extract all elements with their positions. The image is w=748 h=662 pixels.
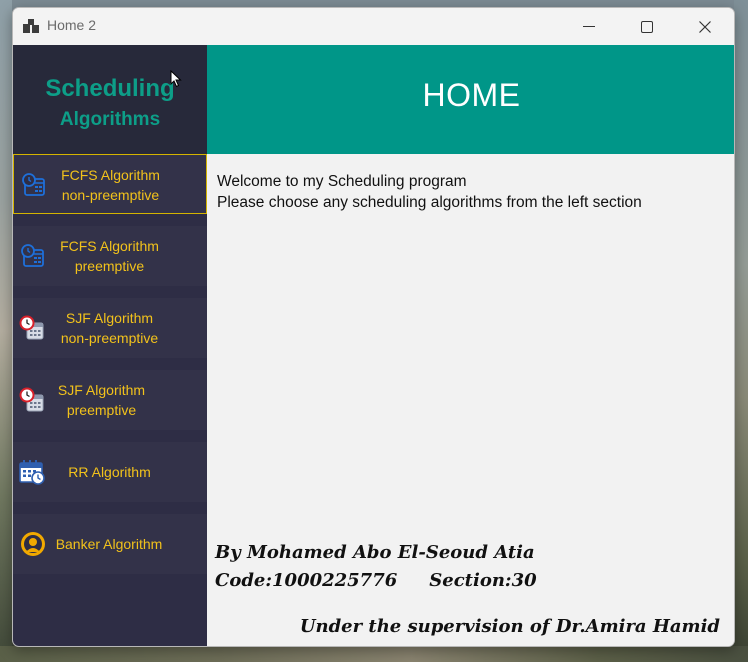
- sidebar-item-fcfs-non-preemptive[interactable]: FCFS Algorithm non-preemptive: [13, 154, 207, 214]
- mouse-cursor-icon: [170, 70, 182, 88]
- minimize-icon: [583, 25, 595, 27]
- sidebar-item-sjf-non-preemptive[interactable]: SJF Algorithm non-preemptive: [13, 298, 207, 358]
- close-icon: [699, 20, 711, 33]
- sidebar-item-sjf-preemptive[interactable]: SJF Algorithm preemptive: [13, 370, 207, 430]
- sidebar-item-label: Banker Algorithm: [55, 536, 163, 552]
- desktop-background-bottom: [0, 646, 748, 662]
- user-circle-icon: [21, 532, 45, 556]
- window-title: Home 2: [47, 17, 97, 33]
- sidebar: Scheduling Algorithms FCFS Algorithm non…: [13, 45, 207, 646]
- close-button[interactable]: [682, 8, 728, 45]
- main-content: Welcome to my Scheduling program Please …: [207, 154, 734, 646]
- maximize-button[interactable]: [624, 8, 670, 45]
- app-window: Home 2 Scheduling Algorithms FCFS Algori…: [12, 7, 735, 647]
- logo-subtitle: Algorithms: [59, 109, 161, 130]
- title-bar[interactable]: Home 2: [13, 8, 734, 45]
- sidebar-item-label: RR Algorithm: [68, 464, 151, 480]
- student-code: Code:1000225776: [215, 570, 398, 591]
- desktop-background-left: [0, 0, 12, 662]
- minimize-button[interactable]: [566, 8, 612, 45]
- sidebar-item-label: SJF Algorithm preemptive: [57, 382, 146, 418]
- calendar-timer-icon: [19, 460, 45, 485]
- author-name: By Mohamed Abo El-Seoud Atia: [215, 542, 535, 563]
- welcome-line-2: Please choose any scheduling algorithms …: [217, 194, 642, 211]
- page-title: HOME: [422, 77, 521, 113]
- sidebar-item-label: SJF Algorithm non-preemptive: [60, 310, 159, 346]
- sidebar-item-banker[interactable]: Banker Algorithm: [13, 514, 207, 574]
- student-info: Code:1000225776 Section:30: [215, 570, 537, 591]
- sidebar-item-fcfs-preemptive[interactable]: FCFS Algorithm preemptive: [13, 226, 207, 286]
- sidebar-item-label: FCFS Algorithm preemptive: [60, 238, 159, 274]
- supervision-text: Under the supervision of Dr.Amira Hamid: [299, 616, 720, 637]
- alarm-calendar-icon: [19, 315, 44, 340]
- app-icon: [23, 19, 39, 33]
- welcome-text: Welcome to my Scheduling program Please …: [217, 171, 642, 213]
- sidebar-item-rr[interactable]: RR Algorithm: [13, 442, 207, 502]
- desktop-background-right: [734, 0, 748, 662]
- maximize-icon: [641, 20, 653, 33]
- header: HOME: [207, 45, 734, 154]
- logo-area: Scheduling Algorithms: [13, 45, 207, 154]
- welcome-line-1: Welcome to my Scheduling program: [217, 173, 467, 190]
- sidebar-item-label: FCFS Algorithm non-preemptive: [61, 167, 160, 203]
- student-section: Section:30: [429, 570, 537, 591]
